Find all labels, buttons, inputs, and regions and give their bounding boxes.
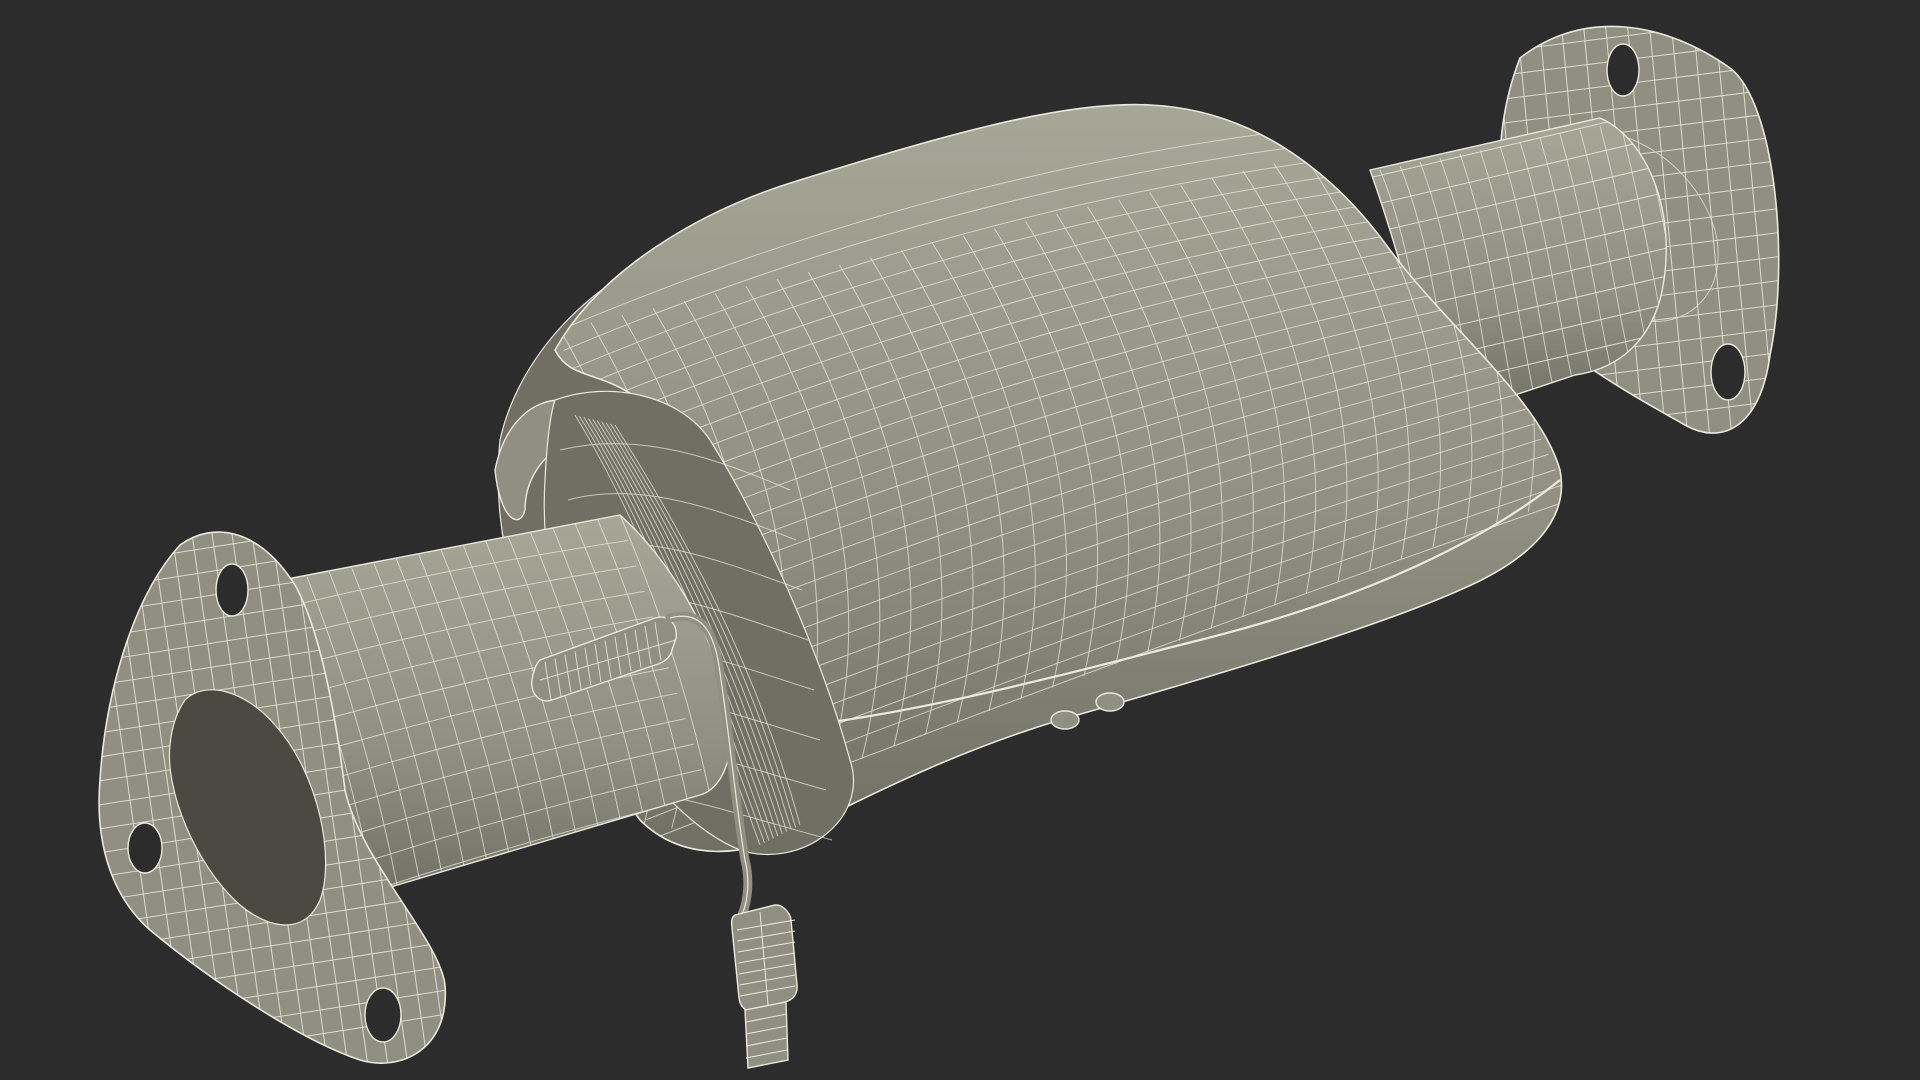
bolt-hole-top-left xyxy=(215,563,249,617)
bolt-hole-top-right xyxy=(1606,43,1640,97)
cable-clip xyxy=(1095,692,1125,712)
bolt-hole-bottom-right-front xyxy=(364,987,402,1043)
render-viewport: .surf { fill: #8f8f82; stroke: #e9e9dc; … xyxy=(0,0,1920,1080)
wireframe-scene: .surf { fill: #8f8f82; stroke: #e9e9dc; … xyxy=(0,0,1920,1080)
bolt-hole-bottom-left xyxy=(127,822,163,874)
cable-clip xyxy=(1050,710,1080,730)
connector-tail xyxy=(744,1001,789,1069)
bolt-hole-bottom-right xyxy=(1710,343,1746,401)
